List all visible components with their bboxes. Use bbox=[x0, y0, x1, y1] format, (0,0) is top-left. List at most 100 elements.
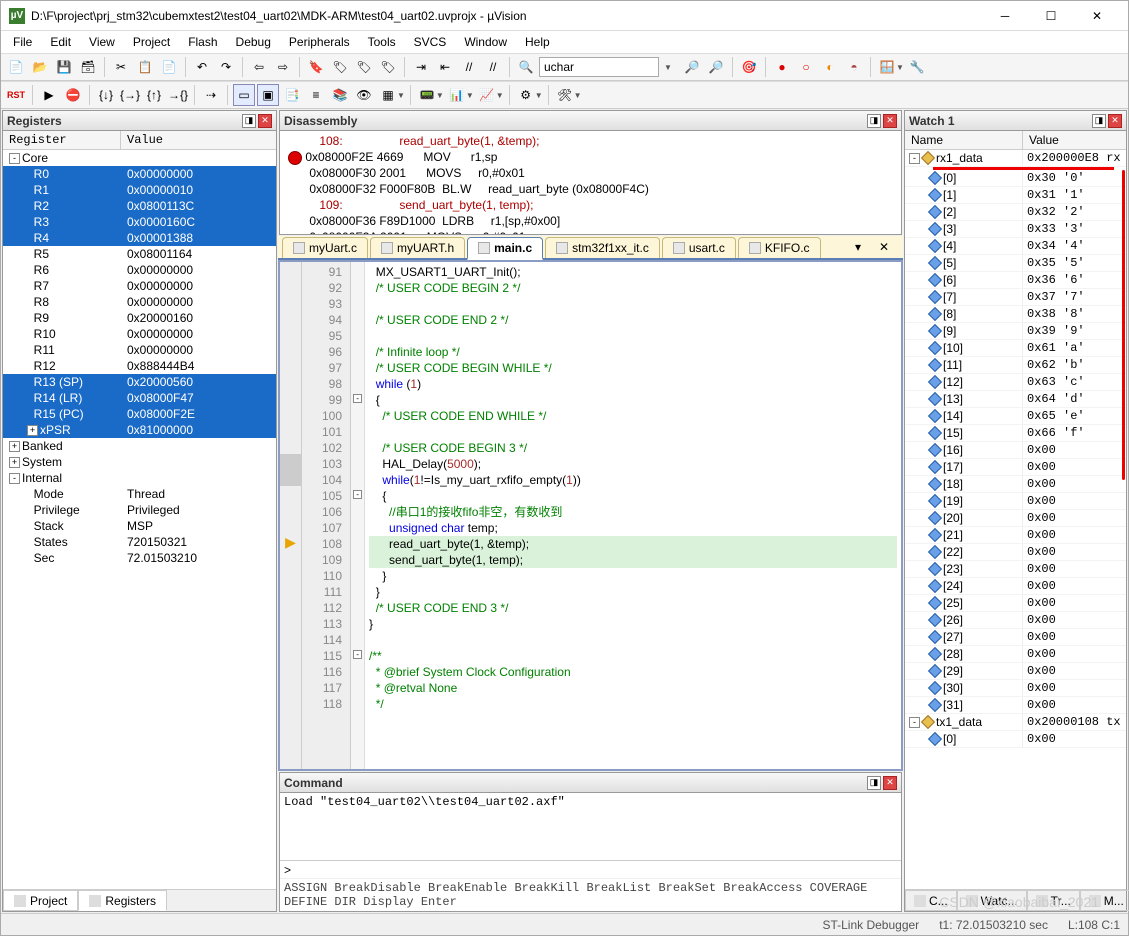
search-dropdown-icon[interactable]: ▼ bbox=[657, 56, 679, 78]
editor-tab[interactable]: stm32f1xx_it.c bbox=[545, 237, 660, 258]
command-output[interactable]: Load "test04_uart02\\test04_uart02.axf" bbox=[280, 793, 901, 860]
register-row[interactable]: + System bbox=[3, 454, 276, 470]
tab-registers[interactable]: Registers bbox=[78, 890, 167, 911]
menu-project[interactable]: Project bbox=[125, 33, 178, 51]
code-line[interactable]: MX_USART1_UART_Init(); bbox=[369, 264, 897, 280]
expand-icon[interactable]: - bbox=[9, 473, 20, 484]
watch-row[interactable]: [7]0x37 '7' bbox=[905, 289, 1126, 306]
menu-debug[interactable]: Debug bbox=[228, 33, 279, 51]
watch-row[interactable]: [8]0x38 '8' bbox=[905, 306, 1126, 323]
stop-icon[interactable]: ⛔ bbox=[62, 84, 84, 106]
expand-icon[interactable]: - bbox=[909, 153, 920, 164]
watch-row[interactable]: [16]0x00 bbox=[905, 442, 1126, 459]
disasm-line[interactable]: 0x08000F32 F000F80B BL.W read_uart_byte … bbox=[280, 181, 901, 197]
serial-icon[interactable]: 📟 bbox=[416, 84, 438, 106]
search-input[interactable] bbox=[539, 57, 659, 77]
panel-autohide-icon[interactable]: ◨ bbox=[242, 114, 256, 128]
config-icon[interactable]: 🔧 bbox=[906, 56, 928, 78]
fold-icon[interactable]: - bbox=[353, 650, 362, 659]
tab-menu-icon[interactable]: ▾ bbox=[847, 236, 869, 258]
save-icon[interactable]: 💾 bbox=[53, 56, 75, 78]
register-row[interactable]: States720150321 bbox=[3, 534, 276, 550]
watch-row[interactable]: [31]0x00 bbox=[905, 697, 1126, 714]
code-line[interactable]: * @retval None bbox=[369, 680, 897, 696]
watch-row[interactable]: -tx1_data0x20000108 tx bbox=[905, 714, 1126, 731]
find-icon[interactable]: 🔍 bbox=[515, 56, 537, 78]
register-row[interactable]: R13 (SP)0x20000560 bbox=[3, 374, 276, 390]
watch-row[interactable]: [17]0x00 bbox=[905, 459, 1126, 476]
register-row[interactable]: - Core bbox=[3, 150, 276, 166]
undo-icon[interactable]: ↶ bbox=[191, 56, 213, 78]
watch-row[interactable]: [0]0x30 '0' bbox=[905, 170, 1126, 187]
register-row[interactable]: R120x888444B4 bbox=[3, 358, 276, 374]
panel-close-icon[interactable]: ✕ bbox=[258, 114, 272, 128]
code-line[interactable]: send_uart_byte(1, temp); bbox=[369, 552, 897, 568]
disasm-line[interactable]: 109: send_uart_byte(1, temp); bbox=[280, 197, 901, 213]
code-line[interactable]: { bbox=[369, 488, 897, 504]
code-line[interactable]: */ bbox=[369, 696, 897, 712]
code-line[interactable]: /* USER CODE BEGIN WHILE */ bbox=[369, 360, 897, 376]
registers-win-icon[interactable]: ≡ bbox=[305, 84, 327, 106]
fold-icon[interactable]: - bbox=[353, 490, 362, 499]
watch-row[interactable]: [25]0x00 bbox=[905, 595, 1126, 612]
register-row[interactable]: R70x00000000 bbox=[3, 278, 276, 294]
watch-row[interactable]: [2]0x32 '2' bbox=[905, 204, 1126, 221]
panel-autohide-icon[interactable]: ◨ bbox=[1092, 114, 1106, 128]
watch-row[interactable]: [30]0x00 bbox=[905, 680, 1126, 697]
step-out-icon[interactable]: {↑} bbox=[143, 84, 165, 106]
bookmark-icon[interactable]: 🔖 bbox=[305, 56, 327, 78]
register-row[interactable]: StackMSP bbox=[3, 518, 276, 534]
watch-row[interactable]: [29]0x00 bbox=[905, 663, 1126, 680]
step-over-icon[interactable]: {→} bbox=[119, 84, 141, 106]
code-line[interactable]: read_uart_byte(1, &temp); bbox=[369, 536, 897, 552]
register-row[interactable]: R80x00000000 bbox=[3, 294, 276, 310]
watch-row[interactable]: [1]0x31 '1' bbox=[905, 187, 1126, 204]
new-icon[interactable]: 📄 bbox=[5, 56, 27, 78]
code-line[interactable]: { bbox=[369, 392, 897, 408]
code-line[interactable]: /* USER CODE END 3 */ bbox=[369, 600, 897, 616]
code-line[interactable]: /** bbox=[369, 648, 897, 664]
disasm-win-icon[interactable]: ▣ bbox=[257, 84, 279, 106]
find-next-icon[interactable]: 🔎 bbox=[681, 56, 703, 78]
disasm-line[interactable]: 0x08000F30 2001 MOVS r0,#0x01 bbox=[280, 165, 901, 181]
breakpoint-icon[interactable] bbox=[288, 151, 302, 165]
register-row[interactable]: R50x08001164 bbox=[3, 246, 276, 262]
code-line[interactable] bbox=[369, 328, 897, 344]
code-line[interactable]: while (1) bbox=[369, 376, 897, 392]
watch-row[interactable]: [18]0x00 bbox=[905, 476, 1126, 493]
open-icon[interactable]: 📂 bbox=[29, 56, 51, 78]
code-line[interactable]: unsigned char temp; bbox=[369, 520, 897, 536]
nav-fwd-icon[interactable]: ⇨ bbox=[272, 56, 294, 78]
expand-icon[interactable]: - bbox=[9, 153, 20, 164]
minimize-button[interactable]: ─ bbox=[982, 1, 1028, 31]
panel-close-icon[interactable]: ✕ bbox=[1108, 114, 1122, 128]
editor-tab[interactable]: KFIFO.c bbox=[738, 237, 821, 258]
bookmark-prev-icon[interactable]: 🏷 bbox=[329, 56, 351, 78]
disasm-line[interactable]: 108: read_uart_byte(1, &temp); bbox=[280, 133, 901, 149]
registers-col-name[interactable]: Register bbox=[3, 131, 121, 149]
code-editor[interactable]: ▶ 91929394959697989910010110210310410510… bbox=[278, 260, 903, 771]
callstack-icon[interactable]: 📚 bbox=[329, 84, 351, 106]
tab-project[interactable]: Project bbox=[3, 890, 78, 911]
register-row[interactable]: R60x00000000 bbox=[3, 262, 276, 278]
registers-list[interactable]: - Core R00x00000000 R10x00000010 R20x080… bbox=[3, 150, 276, 889]
register-row[interactable]: + Banked bbox=[3, 438, 276, 454]
maximize-button[interactable]: ☐ bbox=[1028, 1, 1074, 31]
code-line[interactable]: /* USER CODE BEGIN 2 */ bbox=[369, 280, 897, 296]
watch-row[interactable]: [12]0x63 'c' bbox=[905, 374, 1126, 391]
menu-view[interactable]: View bbox=[81, 33, 123, 51]
register-row[interactable]: R20x0800113C bbox=[3, 198, 276, 214]
code-line[interactable]: /* USER CODE END WHILE */ bbox=[369, 408, 897, 424]
menu-edit[interactable]: Edit bbox=[42, 33, 79, 51]
menu-tools[interactable]: Tools bbox=[360, 33, 404, 51]
step-in-icon[interactable]: {↓} bbox=[95, 84, 117, 106]
register-row[interactable]: R15 (PC)0x08000F2E bbox=[3, 406, 276, 422]
reset-icon[interactable]: RST bbox=[5, 84, 27, 106]
watch-row[interactable]: [23]0x00 bbox=[905, 561, 1126, 578]
watch-row[interactable]: [5]0x35 '5' bbox=[905, 255, 1126, 272]
run-icon[interactable]: ▶ bbox=[38, 84, 60, 106]
debug-icon[interactable]: 🎯 bbox=[738, 56, 760, 78]
bp-kill-icon[interactable]: ◓ bbox=[843, 56, 865, 78]
watch-row[interactable]: [20]0x00 bbox=[905, 510, 1126, 527]
disasm-line[interactable]: 0x08000F36 F89D1000 LDRB r1,[sp,#0x00] bbox=[280, 213, 901, 229]
